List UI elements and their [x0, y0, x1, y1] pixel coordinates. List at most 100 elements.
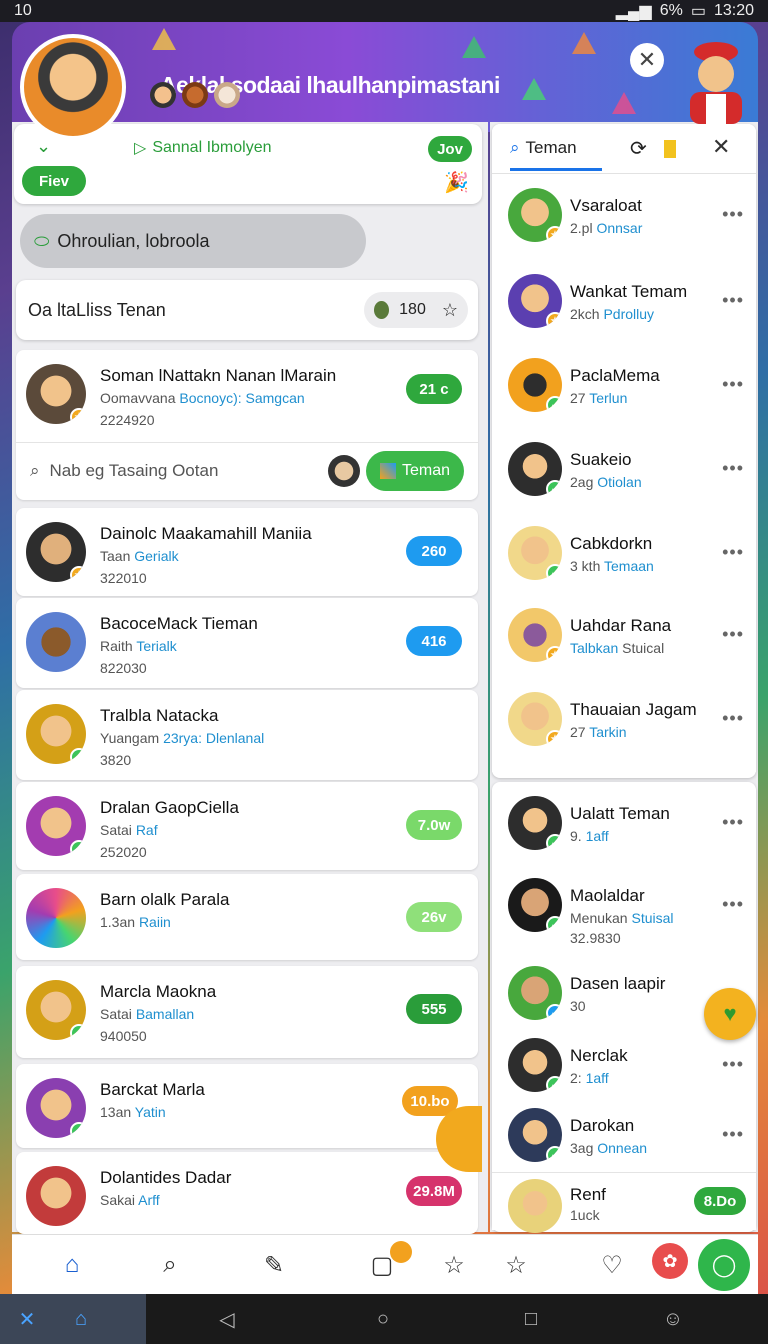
avatar: ✓ — [508, 1038, 562, 1092]
more-icon[interactable]: ••• — [722, 458, 744, 479]
list-item[interactable]: Dolantides Dadar Sakai Arff 29.8M — [16, 1152, 478, 1234]
top-link[interactable]: ▷ Sannal Ibmolyen — [134, 138, 272, 158]
list-item[interactable]: ✓ Dralan GaopCiella Satai Raf 252020 7.0… — [16, 782, 478, 870]
refresh-icon[interactable]: ⟳ — [630, 136, 647, 161]
jov-button[interactable]: Jov — [428, 136, 472, 162]
check-icon: ✓ — [546, 480, 562, 496]
avatar: ✓ — [26, 980, 86, 1040]
heart-icon[interactable]: ♡ — [596, 1249, 628, 1281]
tag-chip[interactable]: ⬭ Ohroulian, lobroola — [20, 214, 366, 268]
featured-num: 2224920 — [100, 412, 155, 428]
avatar: ✓ — [26, 704, 86, 764]
friend-row[interactable]: ✓ Suakeio 2ag Otiolan ••• — [492, 432, 756, 512]
friend-row[interactable]: ★ Thauaian Jagam 27 Tarkin ••• — [492, 682, 756, 772]
mascot-icon — [690, 42, 742, 124]
avatar: ★ — [508, 274, 562, 328]
star-icon[interactable]: ☆ — [442, 300, 458, 321]
home-circle-icon[interactable]: ○ — [370, 1306, 396, 1332]
star-outline-icon[interactable]: ☆ — [500, 1249, 532, 1281]
back-icon[interactable]: ◁ — [214, 1306, 240, 1332]
close-icon[interactable]: ✕ — [14, 1306, 40, 1332]
more-icon[interactable]: ••• — [722, 374, 744, 395]
section-count[interactable]: 180 ☆ — [364, 292, 468, 328]
home-icon[interactable]: ⌂ — [56, 1249, 88, 1281]
badge-icon: ★ — [546, 646, 562, 662]
avatar: ★ — [508, 692, 562, 746]
avatar — [26, 1166, 86, 1226]
avatar: ★ — [508, 188, 562, 242]
search-input[interactable]: Nab eg Tasaing Ootan — [50, 461, 219, 481]
more-icon[interactable]: ••• — [722, 542, 744, 563]
card-icon[interactable] — [664, 140, 676, 158]
chevron-down-icon[interactable]: ⌄ — [36, 136, 51, 157]
heart-fab[interactable]: ♥ — [704, 988, 756, 1040]
confetti — [522, 78, 546, 100]
fiev-button[interactable]: Fiev — [22, 166, 86, 196]
list-item[interactable]: Barn olalk Parala 1.3an Raiin 26v — [16, 874, 478, 960]
star-icon[interactable]: ☆ — [438, 1249, 470, 1281]
search-row[interactable]: ⌕ Nab eg Tasaing Ootan Teman — [16, 442, 478, 498]
search-icon: ⌕ — [30, 460, 40, 480]
friend-row[interactable]: ★ Vsaraloat 2.pl Onnsar ••• — [492, 178, 756, 258]
status-bar: 10 ▂▄▆ 6% ▭ 13:20 — [0, 0, 768, 22]
home-icon[interactable]: ⌂ — [68, 1306, 94, 1332]
check-icon: ✓ — [70, 1024, 86, 1040]
more-icon[interactable]: ••• — [722, 1124, 744, 1145]
friends-tab-bar: ⌕ Teman ⟳ ✕ — [492, 124, 756, 174]
check-icon: ✓ — [546, 564, 562, 580]
search-icon: ⌕ — [510, 138, 520, 157]
close-icon[interactable]: ✕ — [712, 134, 730, 160]
more-icon[interactable]: ••• — [722, 1054, 744, 1075]
list-item[interactable]: BacoceMack Tieman Raith Terialk 822030 4… — [16, 598, 478, 688]
signal-icon: ▂▄▆ — [615, 3, 652, 20]
battery-level: 6% — [659, 2, 683, 19]
avatar: ★ — [26, 364, 86, 424]
avatar: ✓ — [508, 1108, 562, 1162]
avatar: ✓ — [508, 442, 562, 496]
friend-row[interactable]: ✓ Maolaldar Menukan Stuisal 32.9830 ••• — [492, 868, 756, 948]
chat-icon[interactable]: ◯ — [698, 1239, 750, 1291]
more-icon[interactable]: ••• — [722, 290, 744, 311]
friend-row[interactable]: ✓ Darokan 3ag Onnean ••• — [492, 1098, 756, 1178]
avatar: ✓ — [508, 358, 562, 412]
section-title: Oa ltaLliss Tenan — [28, 299, 166, 320]
friend-row[interactable]: ✓ Nerclak 2: 1aff ••• — [492, 1028, 756, 1108]
compose-icon[interactable]: ✎ — [258, 1249, 290, 1281]
search-icon[interactable]: ⌕ — [154, 1249, 186, 1281]
list-item[interactable]: ✓ Tralbla Natacka Yuangam 23rya: Dlenlan… — [16, 690, 478, 780]
friend-row[interactable]: ✓ PaclaMema 27 Terlun ••• — [492, 348, 756, 428]
badge-icon: ★ — [70, 566, 86, 582]
reaction-icon[interactable]: ✿ — [652, 1243, 688, 1279]
more-icon[interactable]: ••• — [722, 894, 744, 915]
featured-score: 21 с — [406, 374, 462, 404]
profile-avatar[interactable] — [20, 34, 126, 140]
check-icon: ✓ — [70, 840, 86, 856]
check-icon: ✓ — [70, 748, 86, 764]
party-icon: 🎉 — [444, 172, 469, 194]
friend-row[interactable]: ✓ Cabkdorkn 3 kth Temaan ••• — [492, 516, 756, 596]
list-item[interactable]: ✓ Barckat Marla 13an Yatin 10.bo — [16, 1064, 478, 1148]
avatar: ★ — [508, 608, 562, 662]
more-icon[interactable]: ••• — [722, 812, 744, 833]
featured-name: Soman lNattakn Nanan lMarain — [100, 366, 337, 385]
avatar — [328, 455, 360, 487]
more-icon[interactable]: ••• — [722, 624, 744, 645]
friend-row[interactable]: ✓ Ualatt Teman 9. 1aff ••• — [492, 786, 756, 866]
avatar: ✓ — [508, 966, 562, 1020]
teman-button[interactable]: Teman — [366, 451, 464, 491]
list-item[interactable]: ★ Dainolc Maakamahill Maniia Taan Gerial… — [16, 508, 478, 596]
tab-teman[interactable]: ⌕ Teman — [510, 138, 602, 171]
friend-row[interactable]: Renf 1uck 8.Do — [492, 1172, 756, 1233]
close-icon[interactable]: ✕ — [630, 43, 664, 77]
status-time-right: 13:20 — [713, 2, 754, 19]
recents-icon[interactable]: □ — [518, 1306, 544, 1332]
list-item[interactable]: ✓ Marcla Maokna Satai Bamallan 940050 55… — [16, 966, 478, 1058]
badge-icon — [374, 301, 390, 319]
profile-icon[interactable]: ☺ — [660, 1306, 686, 1332]
friend-row[interactable]: ★ Uahdar Rana Talbkan Stuical ••• — [492, 598, 756, 678]
avatar: ✓ — [26, 1078, 86, 1138]
confetti — [612, 92, 636, 114]
friend-row[interactable]: ★ Wankat Temam 2kch Pdrolluy ••• — [492, 264, 756, 344]
more-icon[interactable]: ••• — [722, 204, 744, 225]
more-icon[interactable]: ••• — [722, 708, 744, 729]
